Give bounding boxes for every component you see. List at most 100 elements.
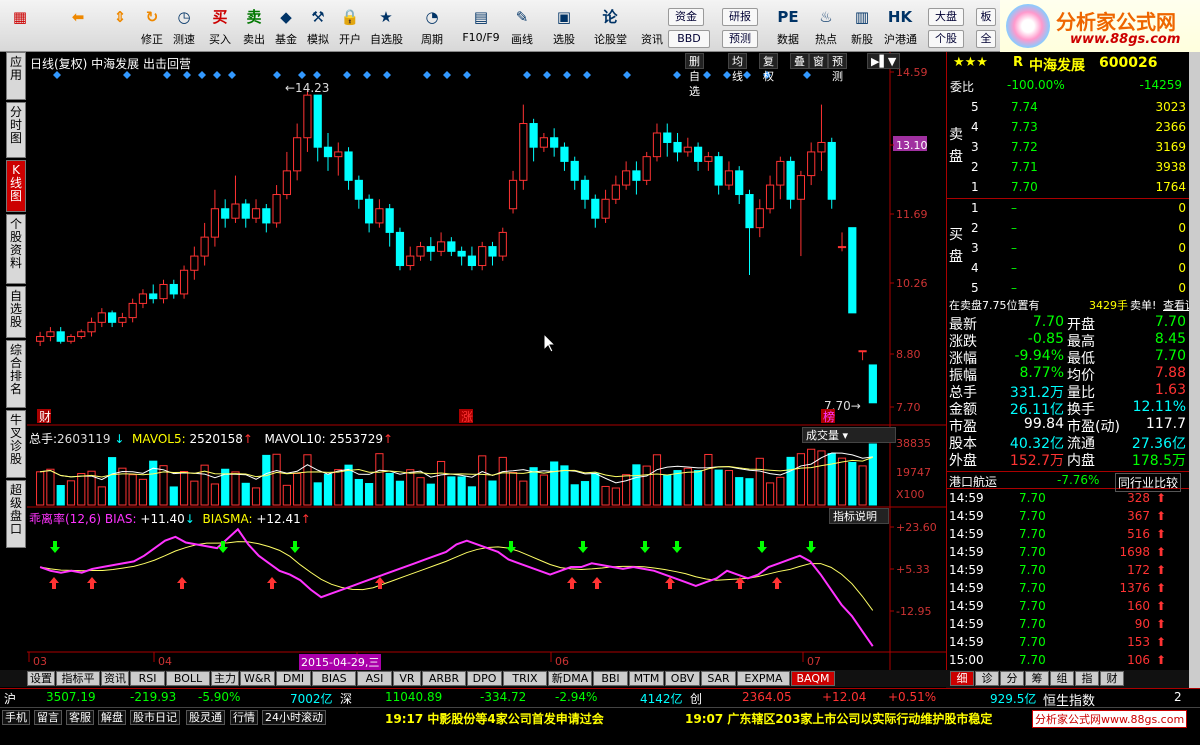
windows-logo-button[interactable]: ▦: [4, 2, 36, 50]
toolbar-pill-button[interactable]: 研报: [722, 8, 758, 26]
lock-button[interactable]: 🔒 开户: [334, 2, 366, 50]
buy-button[interactable]: 买买入: [204, 2, 236, 50]
newstock-button[interactable]: ▥ 新股: [846, 2, 878, 50]
fund-button[interactable]: ◆ 基金: [270, 2, 302, 50]
up-down-arrows-button[interactable]: ⇕: [104, 2, 136, 50]
kline-chart-area[interactable]: 14.59 13.10 11.69 10.26 8.80 7.70 ←14.23 7.70→ 财…: [27, 52, 946, 670]
quote-tab[interactable]: 组: [1050, 671, 1074, 686]
indicator-tab[interactable]: RSI: [130, 671, 165, 686]
toolbar-button-label: 沪港通: [884, 33, 917, 46]
event-diamond-icon: [123, 71, 131, 79]
toolbar-pill-button[interactable]: 大盘: [928, 8, 964, 26]
quote-tab[interactable]: 指: [1075, 671, 1099, 686]
status-tab[interactable]: 解盘: [98, 710, 126, 725]
indicator-tab[interactable]: ASI: [357, 671, 392, 686]
pe-button[interactable]: PE 数据: [772, 2, 804, 50]
event-diamond-icon: [213, 71, 221, 79]
clock-button[interactable]: ◷ 测速: [168, 2, 200, 50]
chart-toolbar-button[interactable]: 叠: [790, 53, 809, 69]
chart-toolbar-button[interactable]: 复权: [759, 53, 778, 83]
quote-tab[interactable]: 筹: [1025, 671, 1049, 686]
toolbar-pill-button[interactable]: 全: [976, 30, 996, 48]
indicator-tab[interactable]: 资讯: [101, 671, 129, 686]
toolbar-pill-button[interactable]: BBD: [668, 30, 710, 48]
toolbar-button-label: 买入: [209, 33, 231, 46]
quote-tab[interactable]: 分: [1000, 671, 1024, 686]
tick-list[interactable]: 14:59 7.70 328 ⬆ 14:59 7.70 367 ⬆ 14:59 7.70 516 ⬆ 1…: [947, 491, 1190, 671]
status-tab[interactable]: 股市日记: [130, 710, 180, 725]
sell-button[interactable]: 卖卖出: [238, 2, 270, 50]
chart-toolbar-button[interactable]: 窗: [809, 53, 828, 69]
pe-icon: PE: [777, 8, 799, 26]
side-tab[interactable]: 分时图: [6, 102, 26, 158]
hk-button[interactable]: HK 沪港通: [884, 2, 917, 50]
status-tab[interactable]: 客服: [66, 710, 94, 725]
side-tab[interactable]: 应用: [6, 52, 26, 100]
indicator-tab[interactable]: ARBR: [422, 671, 466, 686]
back-arrow-button[interactable]: ⬅: [62, 2, 94, 50]
stat-value: 117.7: [1145, 416, 1186, 432]
toolbar-pill-button[interactable]: 板: [976, 8, 996, 26]
toolbar-pill-button[interactable]: 预测: [722, 30, 758, 48]
indicator-tab[interactable]: BAQM: [791, 671, 835, 686]
status-tab[interactable]: 行情: [230, 710, 258, 725]
hot-button[interactable]: ♨ 热点: [810, 2, 842, 50]
logo-title: 分析家公式网: [1056, 10, 1176, 34]
indicator-tab[interactable]: MTM: [629, 671, 664, 686]
indicator-tab[interactable]: DMI: [276, 671, 311, 686]
right-scrollbar[interactable]: [1189, 52, 1200, 688]
toolbar-pill-button[interactable]: 资金: [668, 8, 704, 26]
screener-button[interactable]: ▣ 选股: [548, 2, 580, 50]
sector-name[interactable]: 港口航运: [949, 473, 997, 490]
quote-tab[interactable]: 财: [1100, 671, 1124, 686]
cycle-button[interactable]: ◔ 周期: [416, 2, 448, 50]
side-tab[interactable]: 综合排名: [6, 340, 26, 408]
indicator-tab[interactable]: OBV: [665, 671, 700, 686]
status-tab[interactable]: 手机: [2, 710, 30, 725]
up-arrow-icon: ⬆: [1155, 617, 1166, 631]
hammer-button[interactable]: ⚒ 模拟: [302, 2, 334, 50]
side-tab[interactable]: 超级盘口: [6, 480, 26, 548]
toolbar-button[interactable]: 资讯: [636, 2, 668, 50]
cycle-icon: ◔: [425, 8, 439, 26]
volume-indicator-select[interactable]: 成交量 ▾: [802, 427, 896, 443]
side-tab[interactable]: 个股资料: [6, 214, 26, 284]
news-ticker-2[interactable]: 19:07 广东辖区203家上市公司以实际行动维护股市稳定: [685, 710, 992, 727]
indicator-tab[interactable]: VR: [393, 671, 421, 686]
side-tab[interactable]: K线图: [6, 160, 26, 212]
news-ticker-1[interactable]: 19:17 中影股份等4家公司首发申请过会: [385, 710, 604, 727]
indicator-tab[interactable]: TRIX: [503, 671, 547, 686]
quote-tab[interactable]: 细: [950, 671, 974, 686]
star-button[interactable]: ★ 自选股: [370, 2, 403, 50]
indicator-tab[interactable]: BBI: [593, 671, 628, 686]
indicator-tab[interactable]: DPO: [467, 671, 502, 686]
sector-compare-button[interactable]: 同行业比较: [1115, 473, 1182, 492]
quote-tab[interactable]: 诊: [975, 671, 999, 686]
indicator-tab[interactable]: 新DMA: [548, 671, 592, 686]
chart-toolbar-button[interactable]: 均线: [728, 53, 747, 83]
side-tab[interactable]: 牛叉诊股: [6, 410, 26, 478]
volume-bar: [210, 483, 220, 506]
status-tab[interactable]: 股灵通: [186, 710, 225, 725]
indicator-tab[interactable]: 主力: [211, 671, 239, 686]
chart-nav-icon[interactable]: ▶▌▼: [867, 53, 901, 69]
indicator-tab[interactable]: EXPMA: [737, 671, 790, 686]
indicator-help-button[interactable]: 指标说明: [829, 508, 889, 524]
indicator-tab[interactable]: BOLL: [166, 671, 210, 686]
status-tab[interactable]: 留言: [34, 710, 62, 725]
indicator-tab[interactable]: W&R: [240, 671, 275, 686]
forum-button[interactable]: 论论股堂: [594, 2, 627, 50]
indicator-tab[interactable]: 指标平台: [56, 671, 100, 699]
chart-toolbar-button[interactable]: 预测: [828, 53, 847, 83]
indicator-tab[interactable]: SAR: [701, 671, 736, 686]
side-tab[interactable]: 自选股: [6, 286, 26, 338]
indicator-tab[interactable]: 设置: [27, 671, 55, 686]
refresh-button[interactable]: ↻ 修正: [136, 2, 168, 50]
buy-signal-arrow-icon: [375, 577, 385, 589]
toolbar-pill-button[interactable]: 个股: [928, 30, 964, 48]
status-tab[interactable]: 24小时滚动: [262, 710, 326, 725]
chart-toolbar-button[interactable]: 删自选: [685, 53, 704, 98]
indicator-tab[interactable]: BIAS: [312, 671, 356, 686]
pencil-button[interactable]: ✎ 画线: [506, 2, 538, 50]
f10-button[interactable]: ▤ F10/F9: [458, 2, 504, 50]
